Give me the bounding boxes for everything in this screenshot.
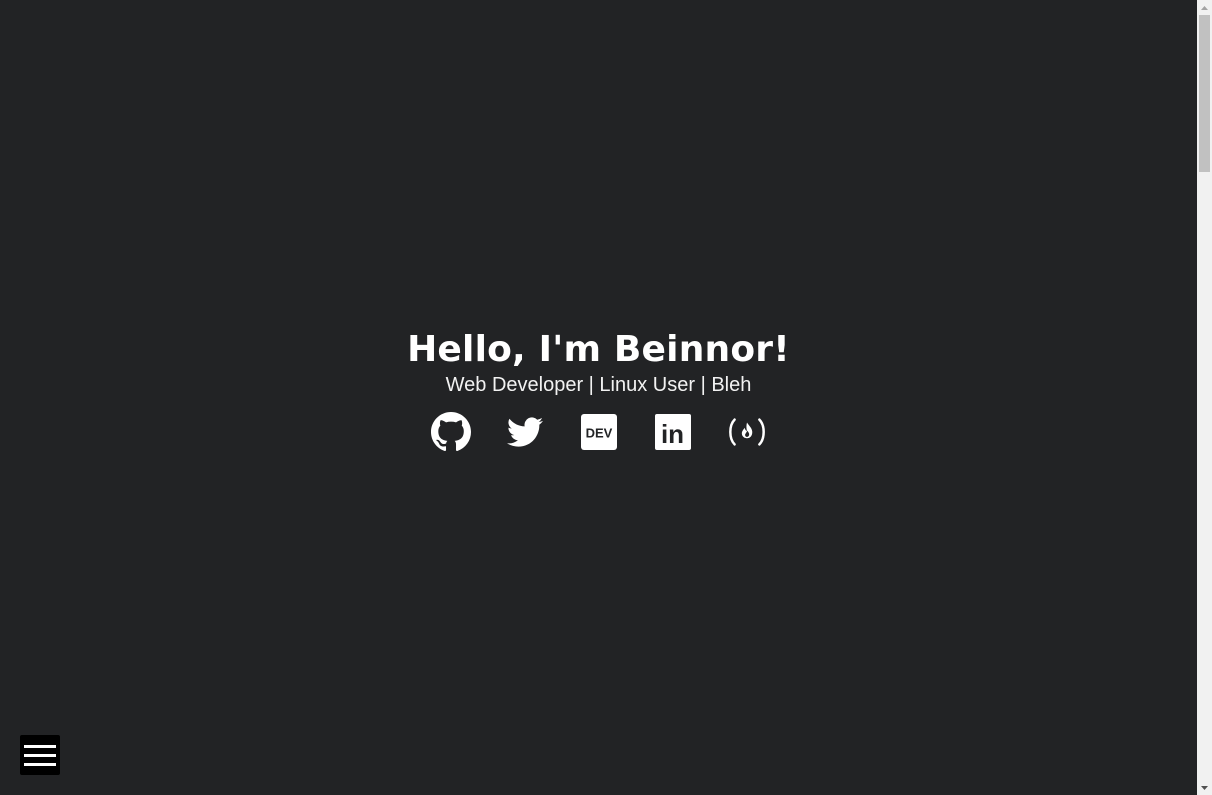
linkedin-icon: in	[654, 414, 691, 450]
svg-text:in: in	[660, 419, 683, 449]
hamburger-menu-icon	[24, 762, 56, 766]
twitter-link[interactable]	[505, 412, 545, 452]
dev-icon: DEV	[580, 414, 617, 450]
social-links: DEV in	[0, 412, 1197, 452]
hamburger-menu-icon	[24, 744, 56, 748]
menu-button[interactable]	[20, 735, 60, 775]
vertical-scrollbar[interactable]	[1197, 0, 1212, 795]
scrollbar-thumb[interactable]	[1199, 15, 1210, 172]
hero-subtitle: Web Developer | Linux User | Bleh	[445, 374, 752, 396]
twitter-icon	[506, 417, 543, 447]
dev-link[interactable]: DEV	[579, 412, 619, 452]
hero-section: Hello, I'm Beinnor! Web Developer | Linu…	[0, 328, 1197, 452]
scroll-down-arrow-icon[interactable]	[1197, 780, 1212, 795]
svg-text:DEV: DEV	[585, 426, 612, 441]
hamburger-menu-icon	[24, 753, 56, 757]
github-icon	[430, 412, 471, 452]
freecodecamp-link[interactable]	[727, 412, 767, 452]
linkedin-link[interactable]: in	[653, 412, 693, 452]
scroll-up-arrow-icon[interactable]	[1197, 0, 1212, 15]
hero-title: Hello, I'm Beinnor!	[407, 329, 790, 370]
github-link[interactable]	[430, 412, 471, 452]
page: Hello, I'm Beinnor! Web Developer | Linu…	[0, 0, 1197, 795]
freecodecamp-icon	[728, 418, 765, 446]
